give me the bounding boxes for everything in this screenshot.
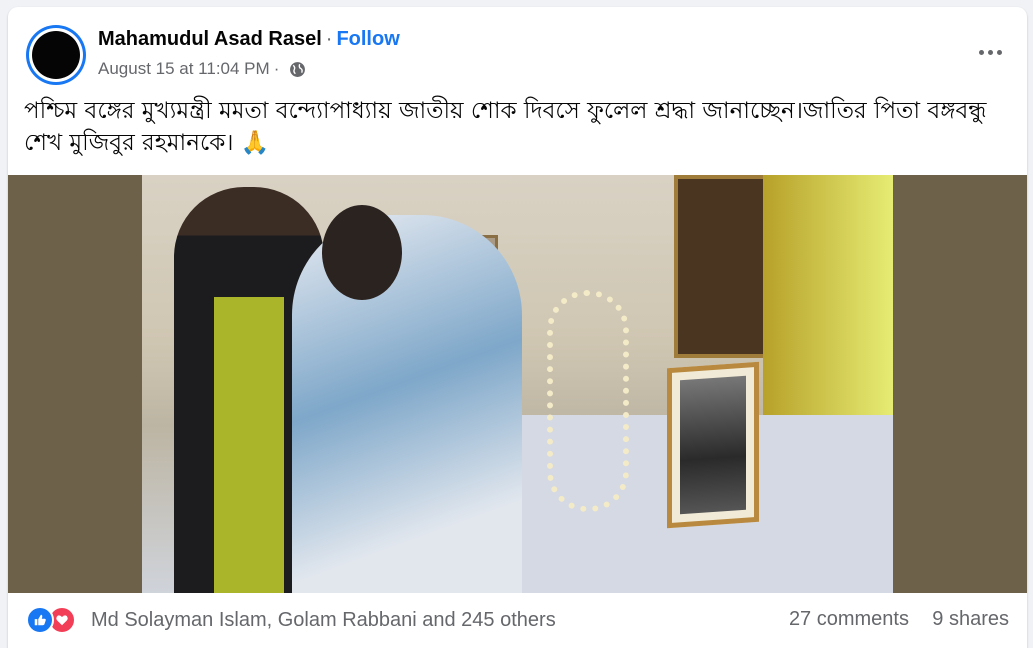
author-avatar[interactable]	[26, 25, 86, 85]
meta-separator: ·	[273, 59, 280, 78]
post-meta: August 15 at 11:04 PM ·	[98, 59, 306, 79]
post-card: Mahamudul Asad Rasel · Follow August 15 at…	[8, 7, 1027, 648]
comments-count[interactable]: 27 comments	[789, 608, 909, 631]
post-photo[interactable]	[142, 175, 893, 593]
more-options-icon[interactable]	[975, 37, 1005, 67]
follow-button[interactable]: Follow	[336, 28, 399, 50]
header-separator: ·	[325, 28, 333, 50]
like-icon	[26, 606, 54, 634]
portrait-frame	[667, 361, 759, 529]
post-text: পশ্চিম বঙ্গের মুখ্যমন্ত্রী মমতা বন্দ্যোপ…	[24, 98, 987, 156]
post-header: Mahamudul Asad Rasel · Follow	[98, 28, 400, 51]
reactions-summary[interactable]	[26, 606, 76, 634]
flower-garland	[547, 290, 629, 512]
reactors-text[interactable]: Md Solayman Islam, Golam Rabbani and 245…	[91, 609, 556, 632]
globe-icon[interactable]	[289, 61, 306, 78]
post-timestamp[interactable]: August 15 at 11:04 PM	[98, 59, 270, 79]
shares-count[interactable]: 9 shares	[932, 608, 1009, 631]
engagement-bar: Md Solayman Islam, Golam Rabbani and 245…	[8, 593, 1027, 648]
post-media[interactable]	[8, 175, 1027, 593]
author-name[interactable]: Mahamudul Asad Rasel	[98, 28, 322, 50]
